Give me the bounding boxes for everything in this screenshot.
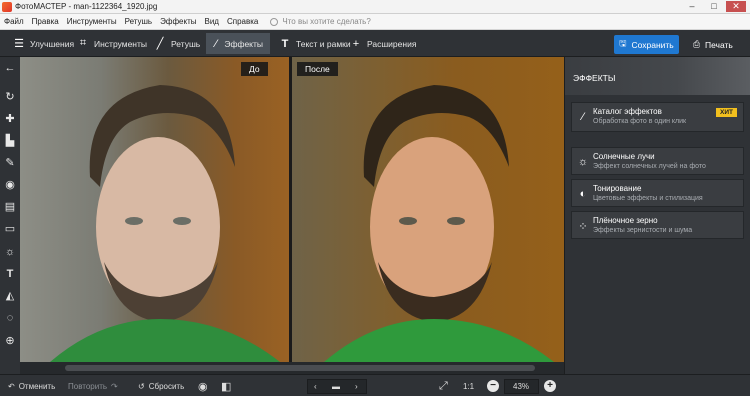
effects-panel-title: ЭФФЕКТЫ [573,73,616,83]
left-toolbar: ← ↻ ✚ ▙ ✎ ◉ ▤ ▭ ☼ T ◭ ◌ ⊕ [0,57,20,375]
main-toolbar: ☰ Улучшения ⌗ Инструменты ╱ Ретушь ⁄ Эфф… [0,30,750,57]
text-icon: T [281,37,289,50]
grain-icon: ⁘ [578,221,588,233]
zoom-in-icon[interactable]: + [544,380,556,392]
brush-icon: ╱ [156,38,164,50]
minimize-button[interactable]: – [682,1,702,12]
after-label: После [297,62,338,76]
menu-bar: Файл Правка Инструменты Ретушь Эффекты В… [0,14,750,30]
zoom-out-icon[interactable]: − [487,380,499,392]
vignette-icon[interactable]: ▭ [0,220,20,238]
search-icon [270,17,279,26]
compare-view-icon[interactable]: ◧ [221,379,231,394]
effect-film-grain[interactable]: ⁘ Плёночное зерно Эффекты зернистости и … [571,211,744,239]
maximize-button[interactable]: □ [704,1,724,12]
save-button[interactable]: 🖫 Сохранить [614,35,679,54]
lasso-icon[interactable]: ◌ [0,309,20,327]
horizontal-scrollbar[interactable] [20,362,564,374]
tab-retouch[interactable]: ╱ Ретушь [147,33,207,54]
bottom-bar: ↶ Отменить Повторить ↷ ↺ Сбросить ◉ ◧ ‹ … [0,374,750,396]
before-photo [20,57,289,362]
before-label: До [241,62,268,76]
menu-edit[interactable]: Правка [28,17,63,26]
magic-wand-icon: ⁄ [582,111,584,123]
folder-icon[interactable]: ▬ [332,379,340,394]
sun-icon[interactable]: ☼ [0,243,20,261]
reset-icon: ↺ [138,382,145,391]
half-circle-icon: ◐ [579,188,587,200]
after-photo [292,57,564,362]
app-logo-icon [2,1,12,12]
floppy-disk-icon: 🖫 [619,37,627,48]
tab-effects[interactable]: ⁄ Эффекты [206,33,270,54]
undo-button[interactable]: ↶ Отменить [8,379,55,394]
redo-icon: ↷ [111,382,118,391]
hit-badge: ХИТ [716,108,737,117]
photo-canvas: До После [20,57,564,362]
menu-file[interactable]: Файл [0,17,28,26]
eye-icon[interactable]: ◉ [198,379,208,394]
plus-icon: + [352,37,360,50]
magic-wand-icon: ⁄ [215,37,218,50]
next-image-icon[interactable]: › [355,379,358,394]
brush-icon[interactable]: ✎ [0,154,20,172]
undo-icon: ↶ [8,382,15,391]
menu-effects[interactable]: Эффекты [156,17,200,26]
target-icon[interactable]: ⊕ [0,332,20,350]
printer-icon: ⎙ [693,39,700,49]
effects-panel-header: ЭФФЕКТЫ [565,57,750,95]
tab-extensions[interactable]: + Расширения [343,33,423,54]
rotate-icon[interactable]: ↻ [0,88,20,106]
close-window-button[interactable]: ✕ [726,1,746,12]
effect-catalog[interactable]: ⁄ Каталог эффектов Обработка фото в один… [571,102,744,132]
window-title: ФотоМАСТЕР - man-1122364_1920.jpg [15,2,158,11]
gradient-filter-icon[interactable]: ▤ [0,198,20,216]
title-bar: ФотоМАСТЕР - man-1122364_1920.jpg – □ ✕ [0,0,750,14]
search-input[interactable]: Что вы хотите сделать? [270,17,371,26]
search-placeholder: Что вы хотите сделать? [282,17,371,26]
effect-toning[interactable]: ◐ Тонирование Цветовые эффекты и стилиза… [571,179,744,207]
back-arrow-icon[interactable]: ← [0,59,20,77]
sun-icon: ☼ [577,156,589,168]
menu-help[interactable]: Справка [223,17,262,26]
prev-image-icon[interactable]: ‹ [314,379,317,394]
fill-icon[interactable]: ◭ [0,287,20,305]
menu-view[interactable]: Вид [200,17,222,26]
actual-size-button[interactable]: 1:1 [463,379,474,394]
fit-screen-icon[interactable]: ⤢ [439,379,448,394]
reset-button[interactable]: ↺ Сбросить [138,379,184,394]
effects-panel: ЭФФЕКТЫ ⁄ Каталог эффектов Обработка фот… [564,57,750,375]
menu-tools[interactable]: Инструменты [63,17,121,26]
crop-icon: ⌗ [79,37,87,49]
text-icon[interactable]: T [0,265,20,283]
print-button[interactable]: ⎙ Печать [683,35,743,54]
effect-sun-rays[interactable]: ☼ Солнечные лучи Эффект солнечных лучей … [571,147,744,175]
sliders-icon: ☰ [14,38,24,50]
zoom-value: 43% [513,382,530,391]
tab-tools[interactable]: ⌗ Инструменты [70,33,154,54]
stamp-icon[interactable]: ▙ [0,132,20,150]
radial-filter-icon[interactable]: ◉ [0,176,20,194]
scrollbar-thumb[interactable] [65,365,535,371]
redo-button[interactable]: Повторить ↷ [68,379,118,394]
menu-retouch[interactable]: Ретушь [121,17,157,26]
patch-icon[interactable]: ✚ [0,110,20,128]
